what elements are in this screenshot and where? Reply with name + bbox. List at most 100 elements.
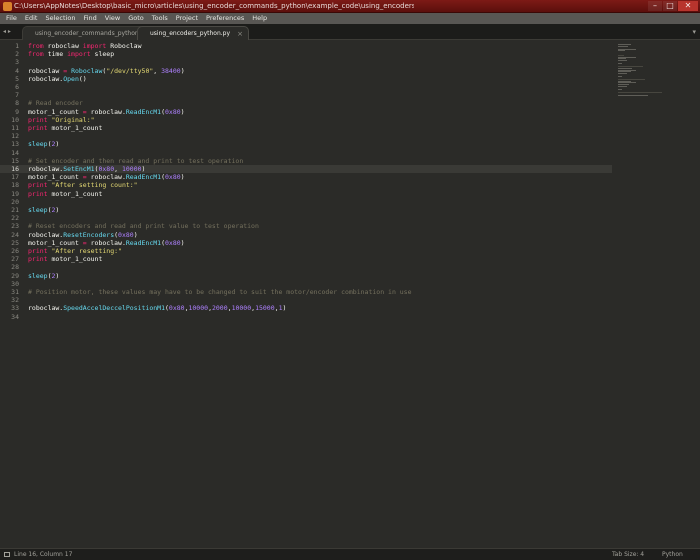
code-token: ) <box>282 304 287 313</box>
line-number: 3 <box>15 58 19 67</box>
menu-tools[interactable]: Tools <box>152 13 168 24</box>
code-token: () <box>78 74 87 83</box>
line-number: 7 <box>15 91 19 100</box>
minimap-line <box>618 60 627 61</box>
line-number: 14 <box>11 148 19 157</box>
line-number: 4 <box>15 66 19 75</box>
code-token: 0x80 <box>165 173 181 182</box>
menu-help[interactable]: Help <box>252 13 267 24</box>
code-token: # Reset encoders and read and print valu… <box>28 222 259 231</box>
code-token: import <box>82 42 107 50</box>
code-token: roboclaw. <box>86 107 126 116</box>
code-token: print <box>28 115 48 124</box>
code-token: print <box>28 247 48 255</box>
tab-using-encoders-python[interactable]: using_encoders_python.py × <box>137 26 250 41</box>
minimap-line <box>618 76 622 77</box>
line-number: 21 <box>11 206 19 214</box>
status-bar: Line 16, Column 17 Tab Size: 4 Python <box>0 548 700 560</box>
tab-dropdown-icon[interactable]: ▾ <box>692 27 696 37</box>
line-number: 18 <box>11 181 19 190</box>
minimap-line <box>618 63 622 65</box>
line-number: 26 <box>11 247 19 255</box>
code-token: ) <box>55 140 60 149</box>
cursor-position: Line 16, Column 17 <box>14 551 73 558</box>
code-token: motor_1_count <box>28 173 83 182</box>
code-token: print <box>28 181 48 190</box>
line-number: 24 <box>11 230 19 239</box>
code-line: print motor_1_count <box>28 190 102 198</box>
code-line: sleep(2) <box>28 140 59 148</box>
code-token: ) <box>55 271 60 280</box>
code-token: motor_1_count <box>28 238 83 247</box>
code-token: 0x80 <box>118 230 134 239</box>
code-token: 0x80 <box>98 165 115 173</box>
code-line: motor_1_count = roboclaw.ReadEncM1(0x80) <box>28 239 185 247</box>
menu-project[interactable]: Project <box>176 13 198 24</box>
code-token: SpeedAccelDeccelPositionM1 <box>63 304 165 313</box>
code-token: SetEncM1 <box>63 165 95 173</box>
minimize-button[interactable]: – <box>648 1 662 11</box>
code-text[interactable]: from roboclaw import Roboclaw from time i… <box>28 40 613 548</box>
line-number: 34 <box>11 312 19 321</box>
line-number-gutter: 1 2 3 4 5 6 7 8 9 10 11 12 13 14 15 16 17 18 19 20 21 22 23 24 2… <box>0 40 22 548</box>
menu-preferences[interactable]: Preferences <box>206 13 244 24</box>
panel-toggle-icon[interactable] <box>4 552 10 557</box>
minimap-line <box>618 50 625 52</box>
minimap-line <box>618 72 627 74</box>
sublime-app-icon <box>3 2 12 11</box>
code-line: # Reset encoders and read and print valu… <box>28 222 259 230</box>
code-line: from time import sleep <box>28 50 114 58</box>
tab-nav-arrows-icon[interactable]: ◂ ▸ <box>3 27 11 37</box>
code-token: sleep <box>28 271 48 280</box>
menu-find[interactable]: Find <box>83 13 96 24</box>
line-number: 20 <box>11 197 19 206</box>
tab-size-indicator[interactable]: Tab Size: 4 <box>612 549 644 560</box>
code-token: ReadEncM1 <box>125 107 162 116</box>
code-line: print motor_1_count <box>28 124 102 132</box>
code-line: print "Original:" <box>28 116 95 124</box>
tab-bar: ◂ ▸ using_encoder_commands_python.html ×… <box>0 24 700 40</box>
maximize-button[interactable]: □ <box>663 1 677 11</box>
code-token: ) <box>55 206 60 214</box>
code-token: Roboclaw <box>106 42 142 50</box>
code-token: motor_1_count <box>47 189 103 198</box>
syntax-indicator[interactable]: Python <box>662 549 683 560</box>
minimap-line <box>618 45 628 47</box>
line-number: 33 <box>11 304 19 313</box>
menu-selection[interactable]: Selection <box>45 13 75 24</box>
line-number: 1 <box>15 42 19 50</box>
close-button[interactable]: ✕ <box>678 1 698 11</box>
line-number: 30 <box>11 279 19 288</box>
code-token: 0x80 <box>165 238 181 247</box>
code-token: print <box>28 189 48 198</box>
code-token: from <box>28 42 44 50</box>
line-number: 32 <box>11 296 19 305</box>
code-token: roboclaw <box>28 66 64 75</box>
code-line: # Set encoder and then read and print to… <box>28 157 243 165</box>
menu-edit[interactable]: Edit <box>25 13 38 24</box>
code-line: roboclaw.ResetEncoders(0x80) <box>28 231 138 239</box>
menu-goto[interactable]: Goto <box>128 13 144 24</box>
menu-file[interactable]: File <box>6 13 17 24</box>
line-number: 12 <box>11 132 19 141</box>
line-number: 28 <box>11 263 19 272</box>
minimap[interactable] <box>616 40 694 548</box>
code-token: roboclaw. <box>28 230 64 239</box>
code-token: ) <box>180 238 185 247</box>
code-line: roboclaw.SpeedAccelDeccelPositionM1(0x80… <box>28 304 286 312</box>
editor-area[interactable]: 1 2 3 4 5 6 7 8 9 10 11 12 13 14 15 16 17 18 19 20 21 22 23 24 2… <box>0 40 700 548</box>
code-token: motor_1_count <box>47 124 103 132</box>
code-token: ResetEncoders <box>63 230 115 239</box>
code-token: sleep <box>28 206 48 214</box>
menu-view[interactable]: View <box>105 13 120 24</box>
line-number: 16 <box>11 165 19 173</box>
minimap-line <box>618 85 627 87</box>
code-token: import <box>67 50 91 59</box>
tab-close-icon[interactable]: × <box>237 27 243 41</box>
code-token: roboclaw <box>43 42 83 50</box>
line-number: 10 <box>11 115 19 124</box>
code-token: 10000 <box>188 304 209 313</box>
minimap-line <box>618 95 648 97</box>
vertical-scrollbar[interactable] <box>694 40 699 548</box>
code-token: roboclaw. <box>28 74 64 83</box>
